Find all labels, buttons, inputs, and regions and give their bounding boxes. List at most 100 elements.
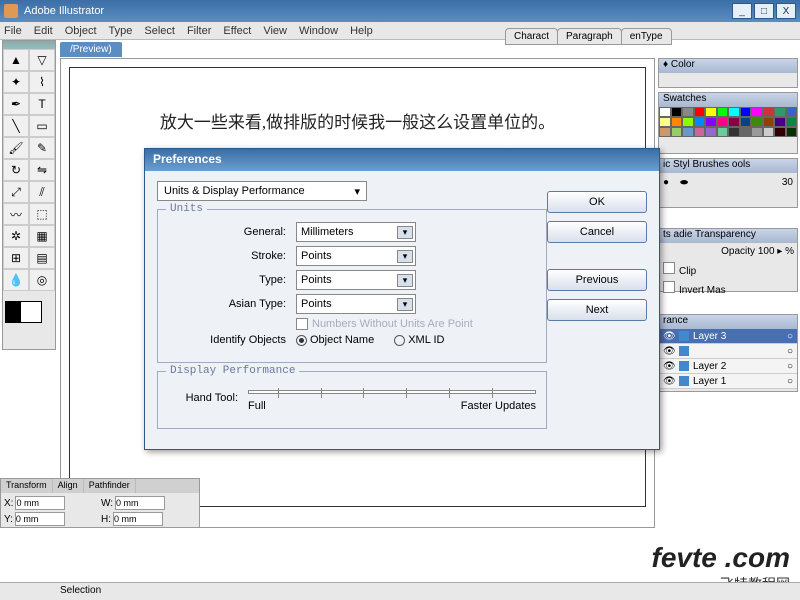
swatch-cell[interactable]: [786, 117, 798, 127]
document-tab[interactable]: /Preview): [60, 42, 122, 57]
swatch-cell[interactable]: [682, 127, 694, 137]
swatches-panel-tab[interactable]: Swatches: [659, 93, 797, 107]
stroke-units-select[interactable]: Points: [296, 246, 416, 266]
menu-file[interactable]: File: [4, 25, 22, 37]
ok-button[interactable]: OK: [547, 191, 647, 213]
cancel-button[interactable]: Cancel: [547, 221, 647, 243]
brush-tool-icon[interactable]: 🖌: [3, 137, 29, 159]
swatch-cell[interactable]: [763, 107, 775, 117]
eyedropper-tool-icon[interactable]: 💧: [3, 269, 29, 291]
prefs-category-select[interactable]: Units & Display Performance▾: [157, 181, 367, 201]
menu-edit[interactable]: Edit: [34, 25, 53, 37]
tab-character[interactable]: Charact: [505, 28, 558, 45]
swatch-cell[interactable]: [671, 107, 683, 117]
magic-wand-tool-icon[interactable]: ✦: [3, 71, 29, 93]
visibility-icon[interactable]: 👁: [663, 361, 675, 372]
menu-filter[interactable]: Filter: [187, 25, 211, 37]
layer-row[interactable]: 👁Layer 1○: [659, 374, 797, 389]
layer-row[interactable]: 👁Layer 3○: [659, 329, 797, 344]
menu-type[interactable]: Type: [109, 25, 133, 37]
xml-id-radio[interactable]: [394, 335, 405, 346]
minimize-button[interactable]: _: [732, 3, 752, 19]
swatch-cell[interactable]: [786, 127, 798, 137]
pencil-tool-icon[interactable]: ✎: [29, 137, 55, 159]
swatch-cell[interactable]: [763, 117, 775, 127]
visibility-icon[interactable]: 👁: [663, 331, 675, 342]
close-button[interactable]: X: [776, 3, 796, 19]
stroke-swatch[interactable]: [20, 301, 42, 323]
swatch-cell[interactable]: [728, 127, 740, 137]
swatch-cell[interactable]: [705, 107, 717, 117]
swatch-cell[interactable]: [740, 127, 752, 137]
general-units-select[interactable]: Millimeters: [296, 222, 416, 242]
visibility-icon[interactable]: 👁: [663, 376, 675, 387]
free-transform-tool-icon[interactable]: ⬚: [29, 203, 55, 225]
swatch-cell[interactable]: [659, 107, 671, 117]
invert-mask-checkbox[interactable]: [663, 281, 675, 293]
swatch-cell[interactable]: [705, 127, 717, 137]
menu-window[interactable]: Window: [299, 25, 338, 37]
blend-tool-icon[interactable]: ◎: [29, 269, 55, 291]
pen-tool-icon[interactable]: ✒: [3, 93, 29, 115]
symbol-tool-icon[interactable]: ✲: [3, 225, 29, 247]
line-tool-icon[interactable]: ╲: [3, 115, 29, 137]
brush-round-icon[interactable]: ●: [663, 177, 669, 188]
tool-panel-header[interactable]: [3, 41, 55, 49]
menu-effect[interactable]: Effect: [223, 25, 251, 37]
swatch-cell[interactable]: [740, 107, 752, 117]
layer-row[interactable]: 👁Layer 2○: [659, 359, 797, 374]
swatch-cell[interactable]: [705, 117, 717, 127]
selection-tool-icon[interactable]: ▲: [3, 49, 29, 71]
swatch-cell[interactable]: [671, 127, 683, 137]
previous-button[interactable]: Previous: [547, 269, 647, 291]
swatch-cell[interactable]: [774, 117, 786, 127]
swatch-cell[interactable]: [728, 117, 740, 127]
swatch-cell[interactable]: [751, 107, 763, 117]
swatch-cell[interactable]: [659, 127, 671, 137]
warp-tool-icon[interactable]: 〰: [3, 203, 29, 225]
h-input[interactable]: [113, 512, 163, 526]
tab-pathfinder[interactable]: Pathfinder: [84, 479, 136, 493]
swatch-cell[interactable]: [728, 107, 740, 117]
reflect-tool-icon[interactable]: ⇋: [29, 159, 55, 181]
direct-select-tool-icon[interactable]: ▽: [29, 49, 55, 71]
scale-tool-icon[interactable]: ⤢: [3, 181, 29, 203]
clip-checkbox[interactable]: [663, 262, 675, 274]
swatch-cell[interactable]: [717, 107, 729, 117]
swatch-cell[interactable]: [682, 117, 694, 127]
swatch-cell[interactable]: [786, 107, 798, 117]
brushes-panel-tabs[interactable]: ic Styl Brushes ools: [659, 159, 797, 173]
brush-oval-icon[interactable]: ●: [679, 177, 690, 188]
asian-type-units-select[interactable]: Points: [296, 294, 416, 314]
type-tool-icon[interactable]: T: [29, 93, 55, 115]
swatch-cell[interactable]: [717, 127, 729, 137]
swatch-cell[interactable]: [694, 107, 706, 117]
layer-row[interactable]: 👁○: [659, 344, 797, 359]
menu-view[interactable]: View: [263, 25, 287, 37]
tab-opentype[interactable]: enType: [621, 28, 672, 45]
object-name-radio[interactable]: [296, 335, 307, 346]
tab-paragraph[interactable]: Paragraph: [557, 28, 622, 45]
swatch-cell[interactable]: [671, 117, 683, 127]
graph-tool-icon[interactable]: ▦: [29, 225, 55, 247]
gradient-tool-icon[interactable]: ▤: [29, 247, 55, 269]
rectangle-tool-icon[interactable]: ▭: [29, 115, 55, 137]
swatch-cell[interactable]: [774, 107, 786, 117]
swatch-cell[interactable]: [694, 127, 706, 137]
swatch-cell[interactable]: [763, 127, 775, 137]
transparency-panel-tabs[interactable]: ts adie Transparency: [659, 229, 797, 243]
menu-select[interactable]: Select: [144, 25, 175, 37]
swatch-cell[interactable]: [751, 127, 763, 137]
visibility-icon[interactable]: 👁: [663, 346, 675, 357]
swatch-cell[interactable]: [659, 117, 671, 127]
menu-help[interactable]: Help: [350, 25, 373, 37]
x-input[interactable]: [15, 496, 65, 510]
menu-object[interactable]: Object: [65, 25, 97, 37]
shear-tool-icon[interactable]: ⫽: [29, 181, 55, 203]
next-button[interactable]: Next: [547, 299, 647, 321]
opacity-value[interactable]: Opacity 100 ▸ %: [659, 243, 797, 260]
swatch-cell[interactable]: [682, 107, 694, 117]
lasso-tool-icon[interactable]: ⌇: [29, 71, 55, 93]
y-input[interactable]: [15, 512, 65, 526]
hand-tool-slider[interactable]: [248, 390, 536, 394]
